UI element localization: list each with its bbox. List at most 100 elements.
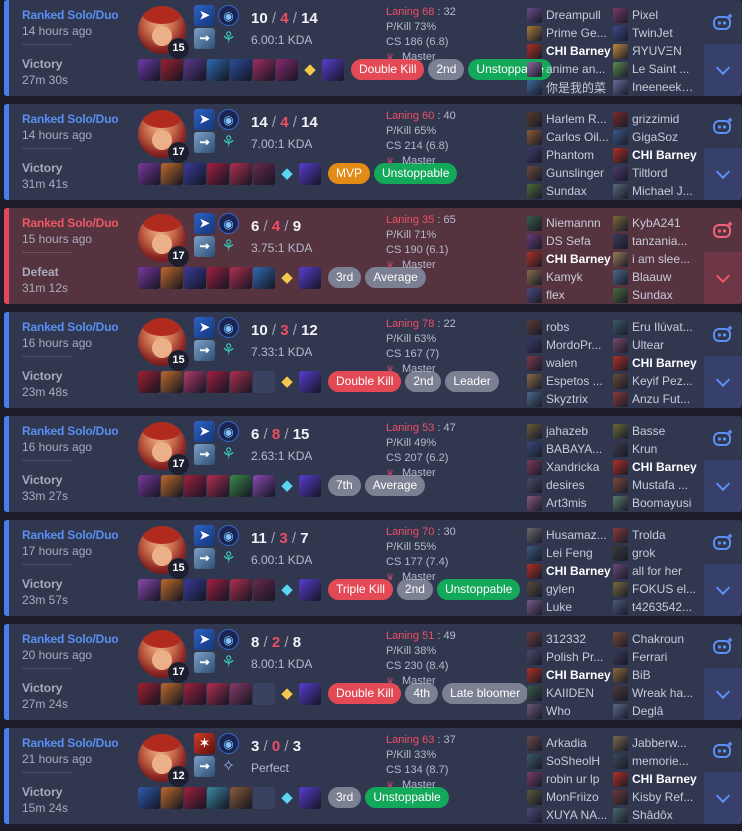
player-name[interactable]: Anzu Fut...: [632, 392, 698, 406]
item-icon[interactable]: [138, 163, 160, 185]
player-entry[interactable]: SoSheolH: [527, 752, 613, 770]
item-icon[interactable]: [253, 59, 275, 81]
item-icon[interactable]: [161, 267, 183, 289]
trinket-ward-icon[interactable]: ◆: [276, 267, 298, 289]
player-name[interactable]: flex: [546, 288, 612, 302]
item-icon[interactable]: [299, 371, 321, 393]
item-icon[interactable]: [207, 163, 229, 185]
player-entry[interactable]: Ultear: [613, 336, 699, 354]
robot-coach-button[interactable]: [704, 728, 742, 772]
player-entry[interactable]: tanzania...: [613, 232, 699, 250]
match-card[interactable]: Ranked Solo/Duo 17 hours ago Victory 23m 57…: [4, 520, 742, 616]
player-name[interactable]: Prime Ge...: [546, 26, 612, 40]
item-icon[interactable]: [230, 59, 252, 81]
player-name[interactable]: grok: [632, 546, 698, 560]
player-entry[interactable]: Polish Pr...: [527, 648, 613, 666]
player-name[interactable]: CHI Barney: [632, 460, 698, 474]
player-name[interactable]: i am slee...: [632, 252, 698, 266]
player-name[interactable]: Boomayusi: [632, 496, 698, 510]
player-name[interactable]: desires: [546, 478, 612, 492]
item-icon[interactable]: [299, 267, 321, 289]
item-icon[interactable]: [184, 787, 206, 809]
player-entry[interactable]: CHI Barney: [613, 354, 699, 372]
player-name[interactable]: Sundax: [546, 184, 612, 198]
item-icon[interactable]: [322, 59, 344, 81]
player-name[interactable]: Husamaz...: [546, 528, 612, 542]
item-icon[interactable]: [184, 579, 206, 601]
trinket-ward-icon[interactable]: ◆: [276, 163, 298, 185]
player-entry[interactable]: Tiltlord: [613, 164, 699, 182]
trinket-ward-icon[interactable]: ◆: [276, 683, 298, 705]
player-entry[interactable]: MonFriizo: [527, 788, 613, 806]
player-name[interactable]: Carlos Oil...: [546, 130, 612, 144]
player-entry[interactable]: Kamyk: [527, 268, 613, 286]
item-icon[interactable]: [299, 787, 321, 809]
player-name[interactable]: 312332: [546, 632, 612, 646]
item-icon[interactable]: [230, 787, 252, 809]
player-entry[interactable]: jahazeb: [527, 422, 613, 440]
match-card[interactable]: Ranked Solo/Duo 16 hours ago Victory 23m 48…: [4, 312, 742, 408]
item-icon[interactable]: [230, 371, 252, 393]
player-entry[interactable]: i am slee...: [613, 250, 699, 268]
player-entry[interactable]: Lei Feng: [527, 544, 613, 562]
player-name[interactable]: robin ur lp: [546, 772, 612, 786]
player-name[interactable]: TwinJet: [632, 26, 698, 40]
player-name[interactable]: GigaSoz: [632, 130, 698, 144]
player-name[interactable]: Espetos ...: [546, 374, 612, 388]
match-card[interactable]: Ranked Solo/Duo 16 hours ago Victory 33m 27…: [4, 416, 742, 512]
item-icon[interactable]: [207, 683, 229, 705]
player-name[interactable]: all for her: [632, 564, 698, 578]
player-entry[interactable]: Carlos Oil...: [527, 128, 613, 146]
player-entry[interactable]: CHI Barney: [527, 666, 613, 684]
player-entry[interactable]: Deglâ: [613, 702, 699, 720]
player-entry[interactable]: Who: [527, 702, 613, 720]
player-entry[interactable]: Chakroun: [613, 630, 699, 648]
player-name[interactable]: Phantom: [546, 148, 612, 162]
player-name[interactable]: Trolda: [632, 528, 698, 542]
player-entry[interactable]: Trolda: [613, 526, 699, 544]
player-entry[interactable]: robin ur lp: [527, 770, 613, 788]
item-icon[interactable]: [207, 371, 229, 393]
player-entry[interactable]: Anzu Fut...: [613, 390, 699, 408]
player-entry[interactable]: Jabberw...: [613, 734, 699, 752]
item-icon[interactable]: [299, 163, 321, 185]
trinket-ward-icon[interactable]: ◆: [276, 475, 298, 497]
player-entry[interactable]: CHI Barney: [613, 458, 699, 476]
item-icon[interactable]: [161, 579, 183, 601]
player-entry[interactable]: Harlem R...: [527, 110, 613, 128]
item-icon[interactable]: [207, 475, 229, 497]
player-name[interactable]: Polish Pr...: [546, 650, 612, 664]
item-icon[interactable]: [184, 267, 206, 289]
player-entry[interactable]: Xandricka: [527, 458, 613, 476]
player-entry[interactable]: Phantom: [527, 146, 613, 164]
player-entry[interactable]: Sundax: [613, 286, 699, 304]
robot-coach-button[interactable]: [704, 0, 742, 44]
player-entry[interactable]: CHI Barney: [527, 562, 613, 580]
robot-coach-button[interactable]: [704, 416, 742, 460]
match-card[interactable]: Ranked Solo/Duo 14 hours ago Victory 31m 41…: [4, 104, 742, 200]
item-icon[interactable]: [253, 267, 275, 289]
player-entry[interactable]: KAIIDEN: [527, 684, 613, 702]
player-name[interactable]: Niemannn: [546, 216, 612, 230]
item-icon[interactable]: [161, 475, 183, 497]
player-name[interactable]: Ineeneekh...: [632, 80, 698, 94]
player-name[interactable]: BABAYA...: [546, 442, 612, 456]
expand-details-button[interactable]: [704, 668, 742, 720]
match-card[interactable]: Ranked Solo/Duo 14 hours ago Victory 27m 30…: [4, 0, 742, 96]
player-entry[interactable]: Shâdôx: [613, 806, 699, 824]
player-name[interactable]: CHI Barney: [632, 356, 698, 370]
player-name[interactable]: Eru Ilúvat...: [632, 320, 698, 334]
robot-coach-button[interactable]: [704, 312, 742, 356]
trinket-ward-icon[interactable]: ◆: [276, 371, 298, 393]
player-name[interactable]: KAIIDEN: [546, 686, 612, 700]
player-entry[interactable]: 你是我的菜: [527, 78, 613, 96]
player-name[interactable]: CHI Barney: [546, 668, 612, 682]
player-entry[interactable]: Dreampull: [527, 6, 613, 24]
player-name[interactable]: Deglâ: [632, 704, 698, 718]
match-card[interactable]: Ranked Solo/Duo 20 hours ago Victory 27m 24…: [4, 624, 742, 720]
match-card[interactable]: Ranked Solo/Duo 15 hours ago Defeat 31m 12s…: [4, 208, 742, 304]
player-name[interactable]: Le Saint ...: [632, 62, 698, 76]
item-icon[interactable]: [138, 683, 160, 705]
player-name[interactable]: Mustafa ...: [632, 478, 698, 492]
item-icon[interactable]: [230, 163, 252, 185]
